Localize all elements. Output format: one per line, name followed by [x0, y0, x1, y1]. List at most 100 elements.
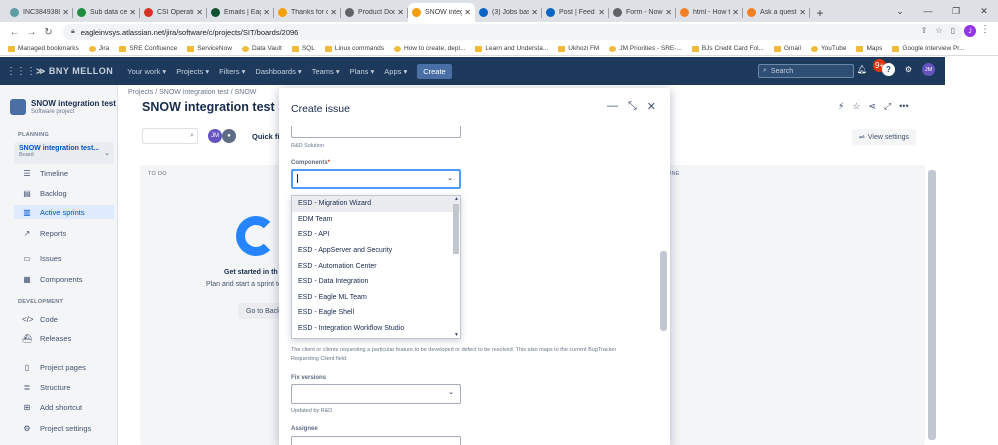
help-icon[interactable]: ?	[882, 63, 895, 76]
browser-tab[interactable]: Thanks for c ✕	[274, 3, 341, 22]
lock-icon[interactable]: 🔒︎	[71, 28, 75, 36]
project-header[interactable]: SNOW integration test Software project	[10, 99, 116, 115]
more-icon[interactable]: •••	[899, 101, 908, 112]
notifications-icon[interactable]: 🔔︎ 9+	[857, 59, 887, 76]
tab-close-icon[interactable]: ✕	[464, 8, 471, 17]
bookmark-item[interactable]: Gmail	[773, 45, 801, 52]
browser-tab[interactable]: INC3849388 ✕	[6, 3, 73, 22]
sidebar-item-reports[interactable]: ↗ Reports	[14, 226, 114, 240]
dropdown-option[interactable]: ESD - API	[292, 227, 460, 243]
browser-tab[interactable]: html - How t ✕	[676, 3, 743, 22]
sidebar-item-project-pages[interactable]: ▯ Project pages	[14, 360, 114, 374]
breadcrumb[interactable]: Projects / SNOW integration test / SNOW	[128, 89, 256, 96]
jira-nav-item[interactable]: Your work ▾	[127, 67, 166, 76]
dropdown-scrollbar[interactable]	[453, 204, 459, 254]
avatar-unassigned[interactable]: ●	[222, 129, 236, 143]
tab-close-icon[interactable]: ✕	[799, 8, 806, 17]
collapse-icon[interactable]: ⤡	[628, 100, 637, 113]
bookmark-item[interactable]: Data Vault	[241, 45, 282, 52]
tab-close-icon[interactable]: ✕	[598, 8, 605, 17]
jira-nav-item[interactable]: Filters ▾	[219, 67, 245, 76]
sidebar-item-active-sprints[interactable]: ▥ Active sprints	[14, 205, 114, 219]
sidebar-item-timeline[interactable]: ☰ Timeline	[14, 166, 114, 180]
browser-tab[interactable]: Product Doc ✕	[341, 3, 408, 22]
tab-close-icon[interactable]: ✕	[129, 8, 136, 17]
user-avatar[interactable]: JM	[922, 63, 935, 76]
assignee-select[interactable]	[291, 436, 461, 445]
address-bar[interactable]: 🔒︎ eagleinvsys.atlassian.net/jira/softwa…	[63, 24, 963, 40]
bookmark-item[interactable]: Google Interview Pr...	[892, 45, 965, 52]
jira-nav-item[interactable]: Apps ▾	[384, 67, 407, 76]
profile-avatar[interactable]: J	[964, 25, 976, 37]
go-to-backlog-button[interactable]: Go to Back	[238, 303, 280, 319]
view-settings-button[interactable]: ⇌ View settings	[852, 129, 916, 145]
browser-tab[interactable]: SNOW integ ✕	[408, 3, 475, 22]
close-window-icon[interactable]: ✕	[970, 0, 998, 22]
avatar[interactable]: JM	[208, 129, 222, 143]
dropdown-option[interactable]: ESD - Migration Wizard	[292, 196, 460, 212]
bookmark-item[interactable]: ServiceNow	[187, 45, 232, 52]
forward-icon[interactable]: →	[25, 27, 38, 38]
board-selector[interactable]: SNOW integration test... Board ⌄	[14, 142, 114, 164]
new-tab-button[interactable]: +	[810, 3, 830, 22]
browser-tab[interactable]: Ask a questi ✕	[743, 3, 810, 22]
bookmark-item[interactable]: Managed bookmarks	[8, 45, 79, 52]
dropdown-option[interactable]: ESD - Eagle Shell	[292, 305, 460, 321]
sidebar-item-structure[interactable]: ≣ Structure	[14, 380, 114, 394]
jira-nav-item[interactable]: Dashboards ▾	[255, 67, 301, 76]
expand-icon[interactable]: ⤢	[884, 101, 891, 112]
tab-close-icon[interactable]: ✕	[196, 8, 203, 17]
share-icon[interactable]: ⇪	[921, 26, 928, 35]
lightning-icon[interactable]: ⚡︎	[838, 101, 844, 112]
bookmark-item[interactable]: How to create, depl...	[393, 45, 465, 52]
scroll-up-icon[interactable]: ▲	[454, 196, 459, 202]
dropdown-option[interactable]: ESD - Integration Workflow Studio	[292, 321, 460, 337]
page-scrollbar[interactable]	[929, 170, 936, 435]
browser-tab[interactable]: (3) Jobs base✕	[475, 3, 542, 22]
share-icon[interactable]: ⋖	[868, 101, 876, 112]
scroll-down-icon[interactable]: ▼	[454, 332, 459, 338]
sidebar-item-backlog[interactable]: ▤ Backlog	[14, 186, 114, 200]
sidebar-item-code[interactable]: </> Code	[14, 312, 114, 326]
jira-nav-item[interactable]: Teams ▾	[312, 67, 340, 76]
jira-logo[interactable]: ≫ BNY MELLON	[36, 66, 113, 77]
bookmark-item[interactable]: BJs Credit Card Fol...	[691, 45, 764, 52]
bookmark-item[interactable]: SQL	[291, 45, 315, 52]
dropdown-option[interactable]: ESD - AppServer and Security	[292, 243, 460, 259]
tab-close-icon[interactable]: ✕	[330, 8, 337, 17]
restore-icon[interactable]: ❐	[942, 0, 970, 22]
tab-search-icon[interactable]: ⌄	[886, 0, 914, 22]
browser-tab[interactable]: Emails | Eagl ✕	[207, 3, 274, 22]
sidebar-item-releases[interactable]: ⛴ Releases	[14, 331, 114, 345]
bookmark-item[interactable]: SRE Confluence	[119, 45, 177, 52]
jira-nav-item[interactable]: Plans ▾	[350, 67, 375, 76]
rnd-solution-field[interactable]	[291, 126, 461, 138]
jira-search-input[interactable]: ⌕ Search	[758, 64, 854, 78]
tab-close-icon[interactable]: ✕	[531, 8, 538, 17]
bookmark-item[interactable]: Jira	[88, 45, 109, 52]
dropdown-option[interactable]: ESD - Data Integration	[292, 274, 460, 290]
tab-close-icon[interactable]: ✕	[62, 8, 69, 17]
jira-nav-item[interactable]: Projects ▾	[176, 67, 209, 76]
dialog-scrollbar[interactable]	[660, 251, 667, 331]
tab-close-icon[interactable]: ✕	[397, 8, 404, 17]
tab-close-icon[interactable]: ✕	[732, 8, 739, 17]
sidepanel-icon[interactable]: ▯	[951, 26, 955, 35]
bookmark-item[interactable]: YouTube	[810, 45, 846, 52]
bookmark-item[interactable]: Ukhozi FM	[558, 45, 599, 52]
minimize-icon[interactable]: —	[607, 100, 618, 113]
bookmark-item[interactable]: JM Priorities - SRE-...	[609, 45, 682, 52]
fix-versions-select[interactable]: ⌄	[291, 384, 461, 404]
bookmark-item[interactable]: Maps	[856, 45, 882, 52]
bookmark-item[interactable]: Linux commands	[324, 45, 384, 52]
sidebar-item-components[interactable]: ▦ Components	[14, 272, 114, 286]
components-select[interactable]: ⌄	[291, 169, 461, 189]
close-icon[interactable]: ✕	[647, 100, 656, 113]
browser-tab[interactable]: Sub data cen ✕	[73, 3, 140, 22]
settings-gear-icon[interactable]: ⚙	[902, 63, 915, 76]
create-button[interactable]: Create	[417, 63, 452, 79]
dropdown-option[interactable]: ESD - Automation Center	[292, 258, 460, 274]
tab-close-icon[interactable]: ✕	[263, 8, 270, 17]
back-icon[interactable]: ←	[8, 27, 21, 38]
browser-tab[interactable]: CSI Operatio ✕	[140, 3, 207, 22]
